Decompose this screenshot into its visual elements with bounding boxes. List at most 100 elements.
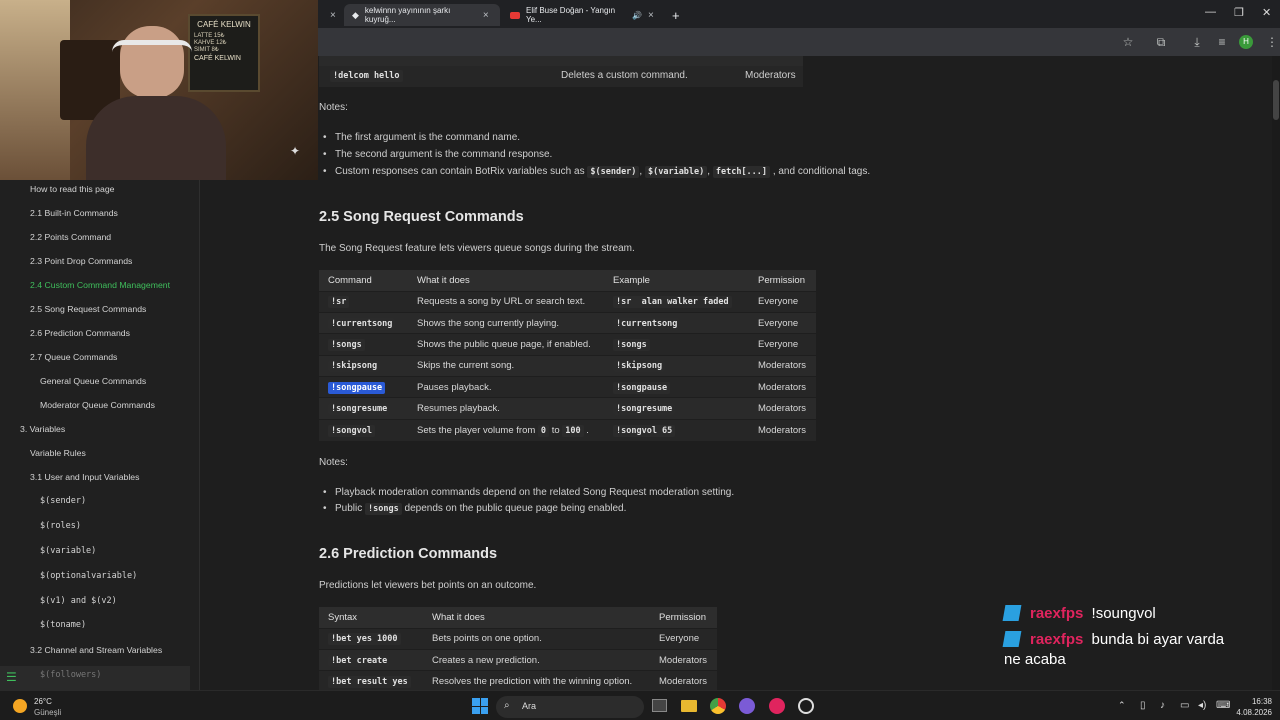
- command-code-selected[interactable]: !songpause: [328, 381, 386, 394]
- sidebar-item-queue[interactable]: 2.7 Queue Commands: [30, 352, 117, 362]
- sidebar-item-followers[interactable]: $(followers): [40, 670, 101, 680]
- menu-kebab-icon[interactable]: ⋮: [1264, 34, 1280, 50]
- description-cell: Pauses playback.: [408, 376, 604, 398]
- sidebar-item-prediction[interactable]: 2.6 Prediction Commands: [30, 328, 130, 338]
- command-cell: !bet create: [319, 648, 423, 671]
- column-header: Permission: [749, 270, 816, 291]
- sidebar-item-point-drop[interactable]: 2.3 Point Drop Commands: [30, 256, 132, 266]
- example-code: !songvol 65: [613, 424, 676, 437]
- sidebar-item-custom-command[interactable]: 2.4 Custom Command Management: [30, 280, 170, 290]
- list-item: Playback moderation commands depend on t…: [323, 487, 734, 498]
- inline-code: $(sender): [587, 166, 640, 178]
- command-cell: !songs: [319, 333, 408, 356]
- list-item: Custom responses can contain BotRix vari…: [323, 166, 870, 178]
- usb-icon[interactable]: ▯: [1140, 700, 1146, 711]
- sidebar-item-points-command[interactable]: 2.2 Points Command: [30, 232, 111, 242]
- chat-username: raexfps: [1030, 605, 1084, 622]
- table-row: !delcom hello Deletes a custom command. …: [319, 66, 803, 87]
- close-icon[interactable]: ×: [648, 10, 654, 21]
- extensions-icon[interactable]: ⧉: [1153, 34, 1169, 50]
- list-item: The first argument is the command name.: [323, 132, 520, 143]
- sidebar-item-builtin-commands[interactable]: 2.1 Built-in Commands: [30, 208, 118, 218]
- app-icon[interactable]: [739, 698, 755, 714]
- search-placeholder: Ara: [522, 701, 537, 711]
- close-icon[interactable]: ×: [483, 10, 489, 21]
- sidebar-item-general-queue[interactable]: General Queue Commands: [40, 376, 146, 386]
- table-row: !songvol Sets the player volume from 0 t…: [319, 418, 816, 441]
- sidebar-item-variable-rules[interactable]: Variable Rules: [30, 448, 86, 458]
- chrome-icon[interactable]: [710, 698, 726, 714]
- task-view-icon[interactable]: [652, 699, 667, 712]
- clock-time[interactable]: 16:38: [1240, 697, 1272, 706]
- file-explorer-icon[interactable]: [681, 700, 697, 712]
- sidebar-item-optionalvariable[interactable]: $(optionalvariable): [40, 571, 137, 581]
- taskbar-search[interactable]: ⌕ Ara: [496, 696, 644, 718]
- display-icon[interactable]: ▭: [1180, 700, 1189, 711]
- tab-youtube[interactable]: Elif Buse Doğan - Yangın Ye... 🔊 ×: [502, 4, 662, 26]
- scrollbar[interactable]: [1272, 56, 1280, 690]
- sidebar-item-song-request[interactable]: 2.5 Song Request Commands: [30, 304, 146, 314]
- description-cell: Resumes playback.: [408, 397, 604, 420]
- clock-date[interactable]: 4.08.2026: [1232, 708, 1272, 717]
- download-icon[interactable]: ⤓: [1189, 34, 1205, 50]
- steam-icon[interactable]: [798, 698, 814, 714]
- command-code: !bet result yes: [328, 676, 411, 689]
- keyboard-icon[interactable]: ⌨: [1216, 700, 1230, 711]
- new-tab-button[interactable]: +: [664, 4, 688, 26]
- description-cell: Bets points on one option.: [423, 627, 650, 650]
- hamburger-menu-icon[interactable]: ☰: [6, 670, 17, 684]
- weather-desc[interactable]: Güneşli: [34, 708, 61, 717]
- sidebar-item-toname[interactable]: $(toname): [40, 620, 86, 630]
- close-icon[interactable]: ×: [330, 10, 336, 21]
- sidebar-item-moderator-queue[interactable]: Moderator Queue Commands: [40, 400, 155, 410]
- sidebar-item-variables[interactable]: 3. Variables: [20, 424, 65, 434]
- inline-code: fetch[...]: [712, 166, 771, 178]
- command-cell: !bet yes 1000: [319, 627, 423, 650]
- sidebar-item-variable[interactable]: $(variable): [40, 546, 96, 556]
- reading-list-icon[interactable]: ≡: [1214, 34, 1230, 50]
- minimize-icon[interactable]: —: [1205, 6, 1216, 18]
- command-cell: !songresume: [319, 397, 408, 420]
- example-cell: !songresume: [604, 397, 749, 420]
- sidebar-item-channel-stream-variables[interactable]: 3.2 Channel and Stream Variables: [30, 645, 162, 655]
- sidebar-item-user-input-variables[interactable]: 3.1 User and Input Variables: [30, 472, 139, 482]
- opera-icon[interactable]: [769, 698, 785, 714]
- command-code: !currentsong: [328, 317, 396, 330]
- description-cell: Shows the song currently playing.: [408, 311, 604, 334]
- tab-song-queue[interactable]: ◆ kelwinnn yayınının şarkı kuyruğ... ×: [344, 4, 500, 26]
- volume-icon[interactable]: ◂): [1198, 700, 1206, 711]
- command-code: !songresume: [328, 403, 391, 416]
- weather-temp[interactable]: 26°C: [34, 697, 52, 706]
- weather-sun-icon[interactable]: [13, 699, 27, 713]
- tray-chevron-icon[interactable]: ⌃: [1118, 700, 1126, 711]
- sidebar-item-how-to-read[interactable]: How to read this page: [30, 184, 115, 194]
- headphones-icon: [112, 40, 192, 52]
- chat-badge-icon: [1002, 605, 1022, 621]
- webcam-overlay: CAFÉ KELWIN LATTE 15₺ KAHVE 12₺ SIMIT 8₺…: [0, 0, 318, 180]
- inline-code: 0: [537, 424, 550, 437]
- windows-start-icon[interactable]: [472, 698, 488, 714]
- column-header: Syntax: [319, 607, 423, 628]
- sidebar-item-v1-v2[interactable]: $(v1) and $(v2): [40, 596, 117, 606]
- maximize-icon[interactable]: ❐: [1234, 6, 1244, 19]
- bookmark-star-icon[interactable]: ☆: [1120, 34, 1136, 50]
- command-description: Deletes a custom command.: [561, 70, 688, 81]
- chat-username: raexfps: [1030, 631, 1084, 648]
- list-item: Public !songs depends on the public queu…: [323, 503, 627, 515]
- scrollbar-thumb[interactable]: [1273, 80, 1279, 120]
- avatar[interactable]: H: [1239, 35, 1253, 49]
- inline-code: !songs: [365, 503, 402, 515]
- close-window-icon[interactable]: ✕: [1262, 6, 1271, 19]
- permission-cell: Moderators: [650, 648, 717, 671]
- example-code: !sr alan walker faded: [613, 296, 732, 309]
- description-text: .: [586, 424, 589, 436]
- note-text: depends on the public queue page being e…: [404, 503, 627, 514]
- menu-line: KAHVE 12₺: [194, 40, 227, 46]
- sign-title: CAFÉ KELWIN: [197, 20, 251, 29]
- command-cell: !bet result yes: [319, 670, 423, 693]
- microphone-icon[interactable]: ♪: [1160, 700, 1165, 711]
- example-cell: !currentsong: [604, 311, 749, 334]
- tab-close-area[interactable]: ×: [322, 4, 344, 26]
- sidebar-item-sender[interactable]: $(sender): [40, 496, 86, 506]
- sidebar-item-roles[interactable]: $(roles): [40, 521, 81, 531]
